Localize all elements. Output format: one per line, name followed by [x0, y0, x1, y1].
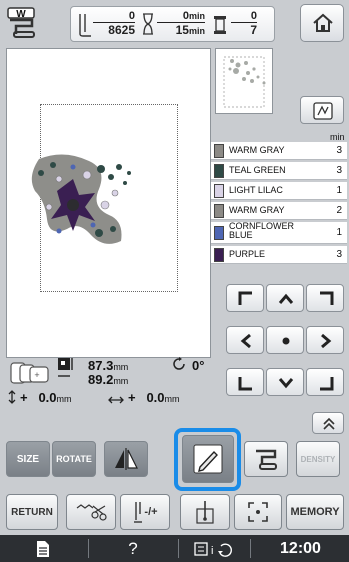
divider — [250, 539, 251, 558]
double-chevron-up-icon — [323, 417, 335, 430]
mirror-image-icon — [115, 448, 138, 470]
arrow-down-right-icon — [320, 377, 334, 391]
thread-color-swatch — [214, 144, 224, 158]
machine-settings-icon: i — [194, 541, 232, 557]
top-bar: W 0 8625 0min 15min 0 7 — [0, 0, 349, 48]
thread-color-swatch — [214, 248, 224, 262]
home-button[interactable] — [300, 4, 344, 42]
sewing-machine-icon: W — [6, 6, 38, 40]
color-counter: 0 7 — [231, 11, 257, 36]
size-button[interactable]: SIZE — [6, 441, 50, 477]
arrow-down-left-icon — [238, 377, 252, 391]
divider — [178, 539, 179, 558]
design-width: 87.3mm — [88, 358, 129, 373]
expand-menu-button[interactable] — [312, 412, 344, 434]
bottom-status-bar: ? i 12:00 — [0, 535, 349, 562]
thread-color-swatch — [214, 204, 224, 218]
minus-plus-label: -/+ — [144, 506, 158, 518]
stitch-time-color-counter: 0 8625 0min 15min 0 7 — [70, 6, 275, 42]
thread-spool-icon — [214, 16, 226, 34]
embroidery-edit-area[interactable] — [6, 48, 211, 358]
trial-frame-button[interactable] — [234, 494, 282, 530]
color-list-item: PURPLE 3 — [211, 246, 347, 264]
move-down-right-button[interactable] — [306, 368, 344, 396]
manual-button[interactable] — [0, 535, 86, 562]
move-left-button[interactable] — [226, 326, 264, 354]
view-button[interactable] — [300, 96, 344, 124]
svg-text:W: W — [16, 9, 26, 20]
return-button[interactable]: RETURN — [6, 494, 58, 530]
memory-button[interactable]: MEMORY — [286, 494, 344, 530]
move-up-button[interactable] — [266, 284, 304, 312]
design-height: 89.2mm — [88, 372, 129, 387]
minutes-header: min — [330, 132, 345, 142]
stitch-count-icon — [79, 14, 91, 37]
embroidery-frame-size-icon: + — [10, 362, 50, 389]
svg-text:i: i — [211, 545, 213, 557]
color-list-item: TEAL GREEN 3 — [211, 162, 347, 180]
sewing-machine-icon — [256, 449, 277, 470]
scissors-stitch-icon — [76, 504, 107, 521]
arrow-down-icon — [278, 378, 294, 389]
thread-color-swatch — [214, 226, 224, 240]
embroidery-design-image — [31, 154, 131, 244]
needle-position-icon — [196, 501, 214, 524]
document-icon — [37, 540, 49, 557]
move-up-right-button[interactable] — [306, 284, 344, 312]
design-thumbnail — [215, 48, 273, 114]
arrow-up-right-icon — [320, 291, 334, 305]
thread-color-swatch — [214, 184, 224, 198]
mirror-button[interactable] — [104, 441, 148, 477]
color-list-item: CORNFLOWER BLUE 1 — [211, 222, 347, 244]
center-dot-icon — [282, 337, 290, 345]
rotate-angle-icon — [172, 357, 186, 376]
hourglass-icon — [143, 13, 153, 35]
arrow-right-icon — [321, 333, 332, 349]
density-button[interactable]: DENSITY — [296, 441, 340, 477]
thread-color-swatch — [214, 164, 224, 178]
svg-text:+: + — [34, 370, 39, 380]
stitch-counter: 0 8625 — [93, 11, 135, 36]
time-counter: 0min 15min — [157, 11, 205, 37]
horizontal-offset: + 0.0mm — [128, 390, 180, 405]
color-list-item: LIGHT LILAC 1 — [211, 182, 347, 200]
vertical-move-icon — [8, 390, 16, 409]
center-button[interactable] — [266, 326, 304, 354]
vertical-offset: + 0.0mm — [20, 390, 72, 405]
needle-start-button[interactable] — [180, 494, 230, 530]
color-list-item: WARM GRAY 3 — [211, 142, 347, 160]
arrow-left-icon — [240, 333, 251, 349]
arrow-up-left-icon — [238, 291, 252, 305]
divider — [88, 539, 89, 558]
needle-icon — [134, 502, 143, 523]
selected-button-highlight — [174, 428, 241, 491]
move-right-button[interactable] — [306, 326, 344, 354]
rotation-angle: 0° — [192, 358, 205, 373]
clock: 12:00 — [280, 539, 321, 557]
move-down-left-button[interactable] — [226, 368, 264, 396]
magnify-view-icon — [313, 102, 333, 120]
settings-button[interactable]: i — [180, 535, 246, 562]
move-down-button[interactable] — [266, 368, 304, 396]
horizontal-move-icon — [108, 392, 124, 410]
arrow-up-icon — [278, 293, 294, 304]
move-up-left-button[interactable] — [226, 284, 264, 312]
rotate-button[interactable]: ROTATE — [52, 441, 96, 477]
color-list-item: WARM GRAY 2 — [211, 202, 347, 220]
frame-trace-icon — [248, 502, 268, 522]
home-icon — [313, 13, 333, 32]
needle-minus-plus-button[interactable]: -/+ — [120, 494, 170, 530]
help-button[interactable]: ? — [90, 535, 176, 562]
embroidery-machine-button[interactable] — [244, 441, 288, 477]
stitch-density-button[interactable] — [66, 494, 116, 530]
